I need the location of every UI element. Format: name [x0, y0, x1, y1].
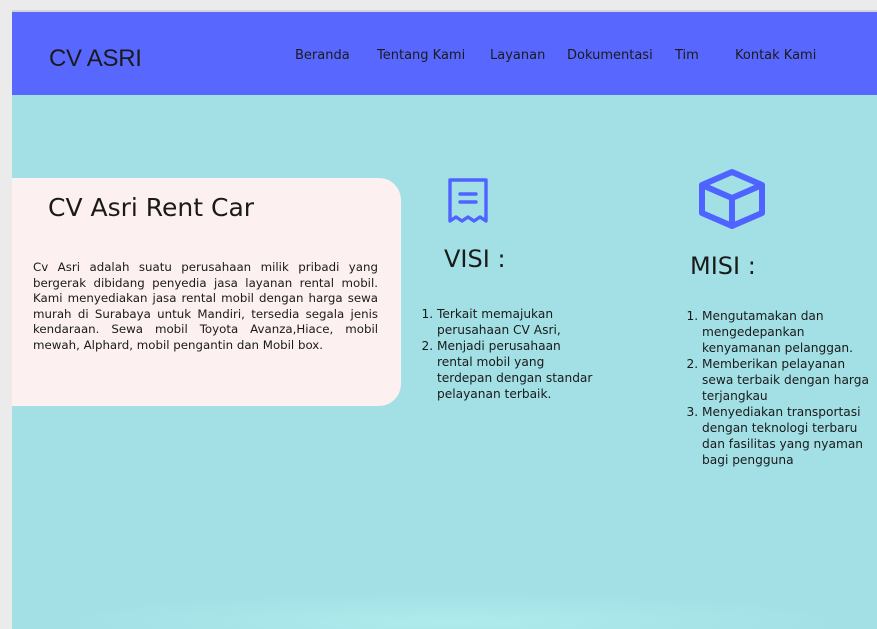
about-card: CV Asri Rent Car Cv Asri adalah suatu pe… — [12, 178, 401, 406]
about-description: Cv Asri adalah suatu perusahaan milik pr… — [33, 260, 378, 352]
misi-item: Mengutamakan dan mengedepankan kenyamana… — [702, 308, 877, 356]
nav-link-tim[interactable]: Tim — [675, 48, 699, 63]
nav-link-kontak-kami[interactable]: Kontak Kami — [735, 48, 816, 63]
navbar: CV ASRI Beranda Tentang Kami Layanan Dok… — [12, 12, 877, 95]
brand-logo[interactable]: CV ASRI — [49, 45, 142, 73]
visi-item: Terkait memajukan perusahaan CV Asri, — [437, 306, 597, 338]
visi-title: VISI : — [444, 245, 506, 273]
nav-link-layanan[interactable]: Layanan — [490, 48, 545, 63]
cube-icon — [699, 169, 765, 229]
misi-item: Menyediakan transportasi dengan teknolog… — [702, 404, 877, 468]
bottom-glow-decoration — [52, 592, 852, 629]
visi-item: Menjadi perusahaan rental mobil yang ter… — [437, 338, 597, 402]
misi-item: Memberikan pelayanan sewa terbaik dengan… — [702, 356, 877, 404]
misi-list: Mengutamakan dan mengedepankan kenyamana… — [680, 308, 877, 468]
misi-title: MISI : — [690, 252, 756, 280]
nav-link-tentang-kami[interactable]: Tentang Kami — [377, 48, 465, 63]
document-icon — [448, 178, 488, 223]
visi-list: Terkait memajukan perusahaan CV Asri, Me… — [415, 306, 597, 402]
about-title: CV Asri Rent Car — [48, 193, 255, 222]
nav-link-dokumentasi[interactable]: Dokumentasi — [567, 48, 653, 63]
nav-link-beranda[interactable]: Beranda — [295, 48, 350, 63]
page-canvas: CV ASRI Beranda Tentang Kami Layanan Dok… — [12, 12, 877, 629]
